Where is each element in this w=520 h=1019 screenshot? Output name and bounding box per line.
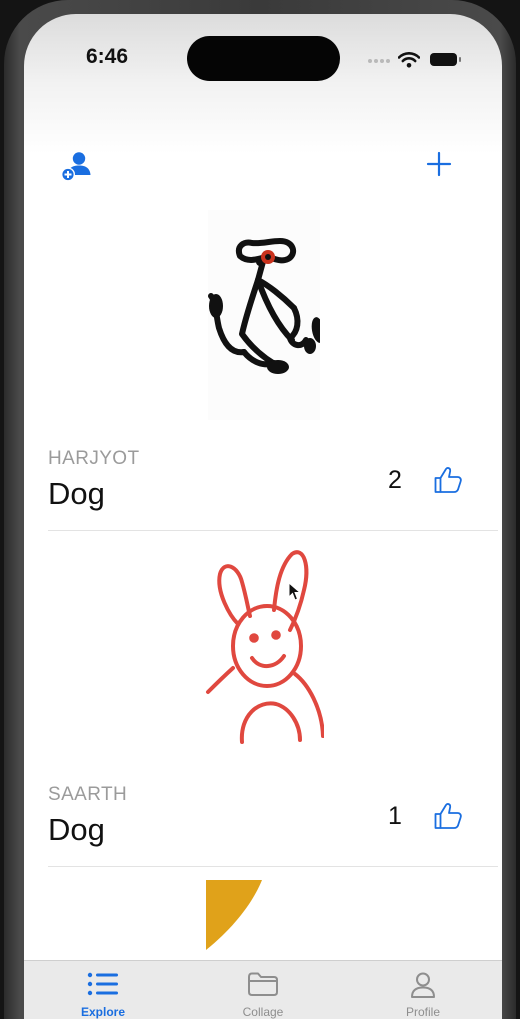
tab-label: Profile: [405, 1005, 440, 1019]
bunny-drawing: [206, 550, 325, 744]
like-button[interactable]: [432, 464, 464, 496]
yellow-drawing: [206, 880, 262, 950]
post-author: HARJYOT: [48, 448, 140, 469]
post-drawing[interactable]: [208, 210, 325, 420]
post-title: Dog: [48, 476, 105, 511]
tab-profile[interactable]: Profile: [368, 961, 478, 1019]
post-drawing[interactable]: [206, 880, 262, 950]
post-title: Dog: [48, 812, 105, 847]
mouse-cursor: [288, 581, 302, 607]
like-count: 2: [388, 466, 402, 494]
battery-icon: [430, 53, 457, 66]
row-divider: [48, 530, 498, 531]
tab-bar: Explore Collage Profile: [24, 960, 502, 1019]
add-post-button[interactable]: [426, 151, 452, 177]
tab-explore[interactable]: Explore: [48, 961, 158, 1019]
app-screen: 6:46 HARJYOT Dog 2 SAARTH Dog 1 Explore …: [24, 14, 502, 1019]
person-add-icon: [61, 152, 91, 182]
list-icon: [87, 972, 118, 996]
tab-label: Explore: [80, 1005, 125, 1019]
like-count: 1: [388, 802, 402, 830]
dog-drawing: [208, 238, 325, 374]
status-time: 6:46: [86, 45, 129, 68]
tab-collage[interactable]: Collage: [208, 961, 318, 1019]
battery-nub: [459, 57, 461, 62]
like-button[interactable]: [432, 800, 464, 832]
row-divider: [48, 866, 498, 867]
thumbs-up-icon: [434, 467, 462, 493]
plus-icon: [426, 151, 452, 177]
thumbs-up-icon: [434, 803, 462, 829]
tab-label: Collage: [242, 1005, 284, 1019]
add-friend-button[interactable]: [60, 150, 92, 182]
post-drawing[interactable]: [204, 546, 325, 756]
folder-icon: [248, 972, 278, 996]
post-author: SAARTH: [48, 784, 128, 805]
person-icon: [411, 972, 435, 998]
cellular-signal-icon: [368, 58, 390, 64]
wifi-icon: [398, 52, 420, 68]
dynamic-island: [187, 36, 340, 81]
